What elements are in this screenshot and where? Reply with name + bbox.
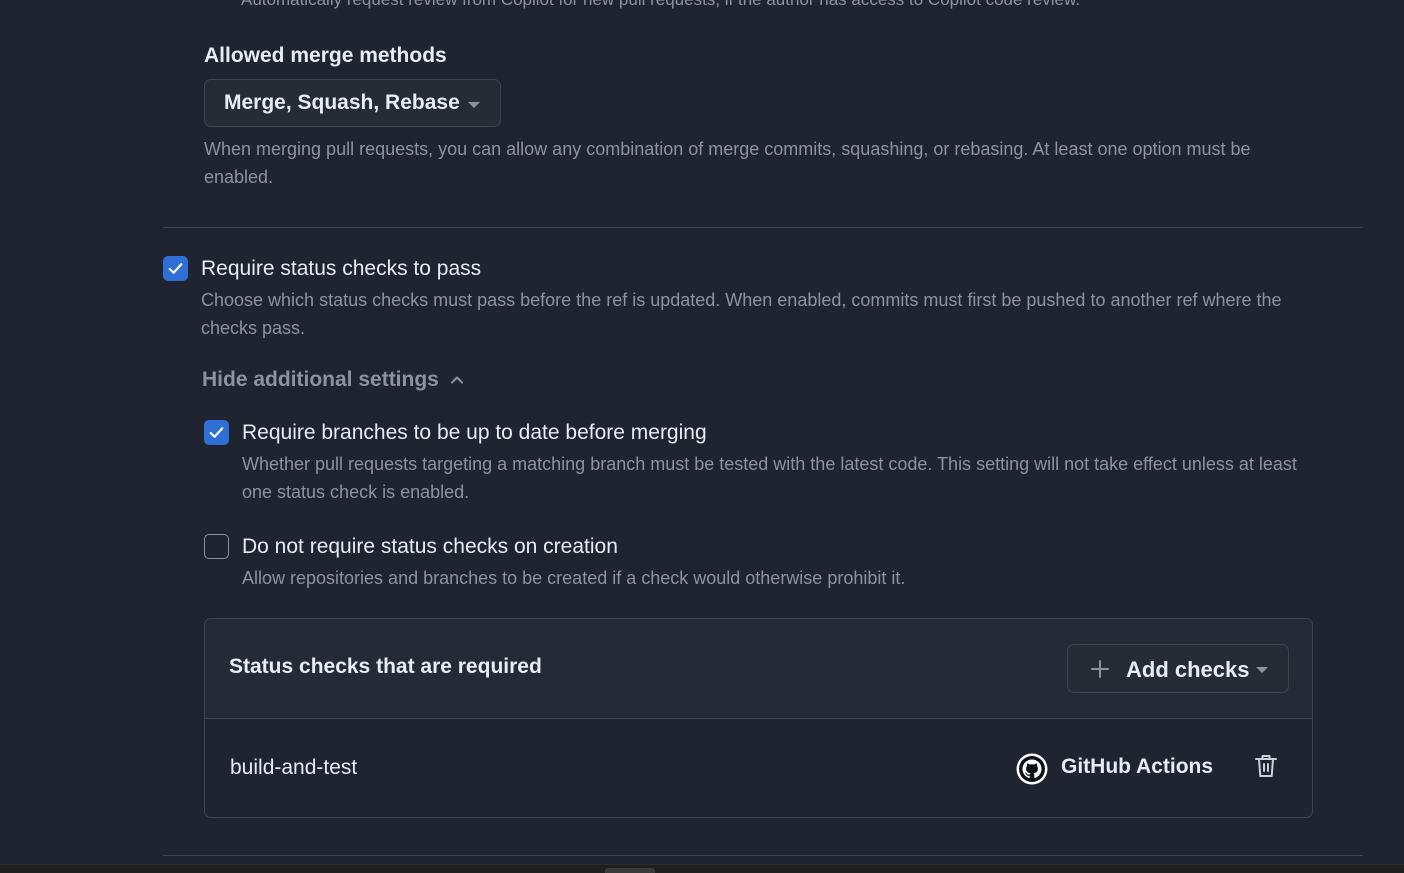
- require-up-to-date-label: Require branches to be up to date before…: [242, 421, 707, 444]
- require-status-checks-description: Choose which status checks must pass bef…: [201, 290, 1282, 338]
- require-status-checks-label: Require status checks to pass: [201, 257, 482, 280]
- require-up-to-date-checkbox[interactable]: [204, 420, 229, 445]
- caret-down-icon: [1256, 667, 1268, 673]
- merge-methods-select[interactable]: Merge, Squash, Rebase: [204, 79, 501, 127]
- no-checks-on-creation-label: Do not require status checks on creation: [242, 535, 618, 558]
- merge-methods-title: Allowed merge methods: [204, 44, 447, 67]
- copilot-review-description: Automatically request review from Copilo…: [241, 0, 1080, 10]
- taskbar: [0, 864, 1404, 873]
- required-status-checks-panel: Status checks that are required Add chec…: [204, 618, 1313, 818]
- branch-ruleset-settings: Automatically request review from Copilo…: [0, 0, 1404, 873]
- section-divider: [163, 855, 1363, 856]
- checkmark-icon: [209, 427, 224, 438]
- taskbar-item[interactable]: [605, 868, 655, 873]
- no-checks-on-creation-checkbox[interactable]: [204, 534, 229, 559]
- require-up-to-date-description: Whether pull requests targeting a matchi…: [242, 454, 1297, 502]
- github-icon: [1016, 753, 1048, 785]
- caret-down-icon: [468, 102, 480, 108]
- section-divider: [163, 227, 1363, 228]
- merge-methods-selected: Merge, Squash, Rebase: [224, 91, 460, 114]
- trash-icon[interactable]: [1254, 753, 1278, 779]
- status-check-name: build-and-test: [230, 756, 358, 779]
- required-checks-header: Status checks that are required Add chec…: [205, 619, 1312, 719]
- chevron-up-icon: [450, 376, 463, 384]
- checkmark-icon: [168, 263, 183, 274]
- status-check-provider: GitHub Actions: [1061, 755, 1214, 778]
- no-checks-on-creation-description: Allow repositories and branches to be cr…: [242, 568, 906, 588]
- plus-icon: [1091, 660, 1109, 678]
- require-status-checks-checkbox[interactable]: [163, 256, 188, 281]
- hide-additional-settings-toggle[interactable]: Hide additional settings: [202, 368, 465, 392]
- required-checks-title: Status checks that are required: [229, 655, 542, 678]
- add-checks-button[interactable]: Add checks: [1067, 644, 1289, 693]
- merge-methods-description: When merging pull requests, you can allo…: [204, 139, 1251, 187]
- add-checks-label: Add checks: [1126, 657, 1250, 682]
- hide-additional-settings-label: Hide additional settings: [202, 368, 439, 391]
